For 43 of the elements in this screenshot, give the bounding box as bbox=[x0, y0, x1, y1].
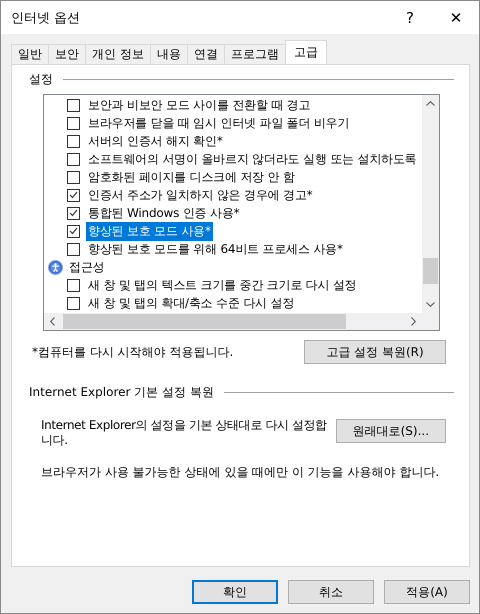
reset-description: Internet Explorer의 설정을 기본 상태대로 다시 설정합니다. bbox=[41, 418, 328, 448]
setting-label[interactable]: 새 창 및 탭의 확대/축소 수준 다시 설정 bbox=[86, 294, 296, 312]
setting-label[interactable]: 접근성 bbox=[67, 258, 106, 276]
checkbox[interactable] bbox=[67, 98, 80, 112]
window-title: 인터넷 옵션 bbox=[11, 10, 82, 26]
checkbox[interactable] bbox=[67, 224, 80, 238]
setting-label[interactable]: 향상된 보호 모드 사용* bbox=[86, 222, 213, 240]
help-button[interactable]: ? bbox=[387, 1, 433, 34]
scroll-thumb[interactable] bbox=[423, 258, 438, 284]
checkbox[interactable] bbox=[67, 206, 80, 220]
close-button[interactable]: ✕ bbox=[433, 1, 479, 34]
setting-label[interactable]: 새 창 및 탭의 텍스트 크기를 중간 크기로 다시 설정 bbox=[86, 276, 359, 294]
checkbox[interactable] bbox=[67, 188, 80, 202]
setting-label[interactable]: 인증서 주소가 일치하지 않은 경우에 경고* bbox=[86, 186, 314, 204]
reset-button[interactable]: 원래대로(S)... bbox=[336, 419, 446, 443]
checkbox[interactable] bbox=[67, 296, 80, 310]
setting-label[interactable]: 통합된 Windows 인증 사용* bbox=[86, 204, 242, 222]
restore-advanced-button[interactable]: 고급 설정 복원(R) bbox=[304, 340, 446, 364]
setting-label[interactable]: 소프트웨어의 서명이 올바르지 않더라도 실행 또는 설치하도록 bbox=[86, 150, 418, 168]
dialog-button[interactable]: 취소 bbox=[288, 580, 374, 604]
checkbox[interactable] bbox=[67, 242, 80, 256]
restart-note: *컴퓨터를 다시 시작해야 적용됩니다. bbox=[32, 344, 234, 360]
dialog-button[interactable]: 적용(A) bbox=[384, 580, 470, 604]
checkbox[interactable] bbox=[67, 116, 80, 130]
checkbox[interactable] bbox=[67, 152, 80, 166]
setting-label[interactable]: 브라우저를 닫을 때 임시 인터넷 파일 폴더 비우기 bbox=[86, 114, 352, 132]
vertical-scrollbar[interactable] bbox=[422, 95, 439, 313]
horizontal-scrollbar[interactable] bbox=[44, 313, 422, 330]
tab[interactable]: 일반 bbox=[11, 44, 49, 64]
reset-warning: 브라우저가 사용 불가능한 상태에 있을 때에만 이 기능을 사용해야 합니다. bbox=[41, 464, 440, 481]
setting-label[interactable]: 암호화된 페이지를 디스크에 저장 안 함 bbox=[86, 168, 297, 186]
tab[interactable]: 고급 bbox=[284, 40, 327, 64]
setting-label[interactable]: 향상된 보호 모드를 위해 64비트 프로세스 사용* bbox=[86, 240, 345, 258]
checkbox[interactable] bbox=[67, 170, 80, 184]
accessibility-icon bbox=[48, 260, 63, 274]
setting-label[interactable]: 서버의 인증서 해지 확인* bbox=[86, 132, 225, 150]
checkbox[interactable] bbox=[67, 134, 80, 148]
dialog-button[interactable]: 확인 bbox=[192, 580, 278, 604]
group-title: Internet Explorer 기본 설정 복원 bbox=[29, 384, 214, 401]
group-title: 설정 bbox=[29, 71, 53, 88]
scroll-thumb[interactable] bbox=[63, 314, 346, 329]
setting-label[interactable]: 보안과 비보안 모드 사이를 전환할 때 경고 bbox=[86, 96, 312, 114]
checkbox[interactable] bbox=[67, 278, 80, 292]
